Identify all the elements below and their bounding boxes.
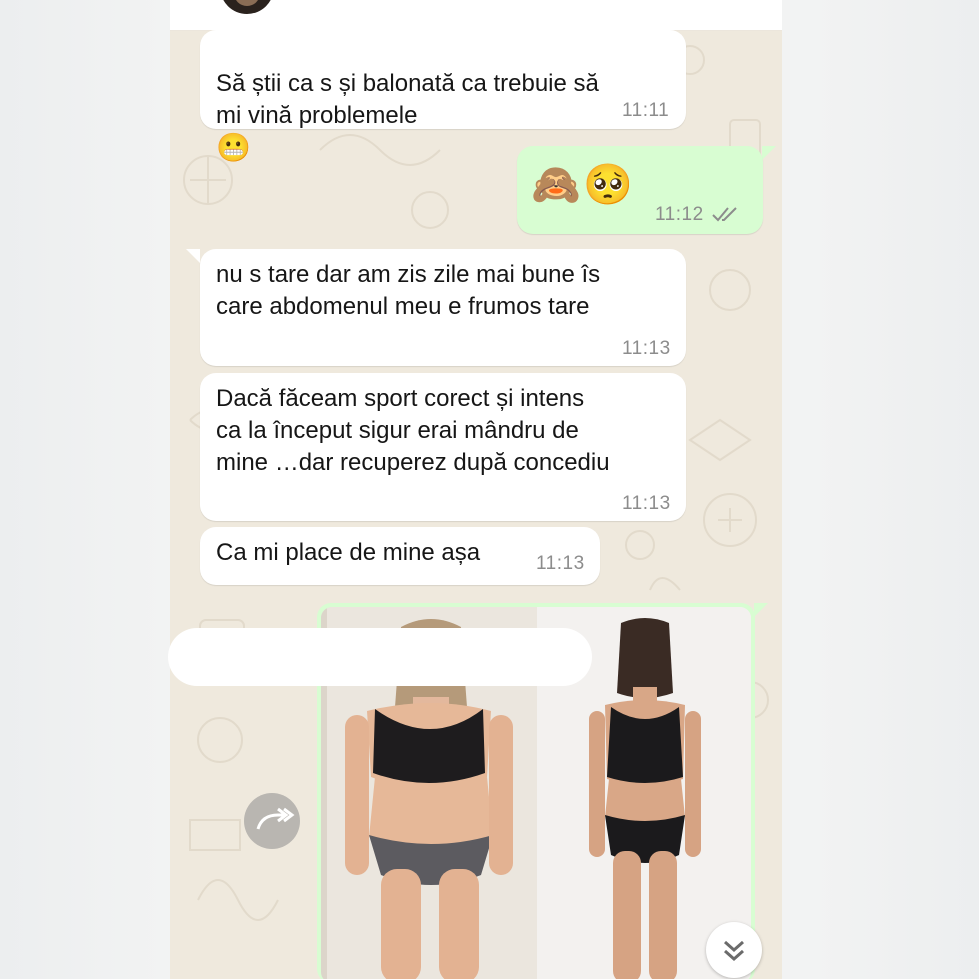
- chat-header: [170, 0, 782, 31]
- message-bubble[interactable]: 🙈 🥺 11:12: [517, 146, 763, 234]
- pleading-face-emoji: 🥺: [583, 163, 633, 207]
- message-time: 11:13: [622, 493, 671, 514]
- message-bubble[interactable]: nu s tare dar am zis zile mai bune îs ca…: [200, 249, 686, 366]
- message-time: 11:12: [655, 204, 704, 225]
- bubble-tail: [762, 146, 776, 160]
- scroll-down-button[interactable]: [706, 922, 762, 978]
- message-time: 11:13: [622, 338, 671, 359]
- forward-button[interactable]: [244, 793, 300, 849]
- message-bubble[interactable]: Să știi ca s și balonată ca trebuie să m…: [200, 30, 686, 163]
- message-text: Ca mi place de mine așa: [216, 539, 481, 566]
- redaction-bar: [168, 628, 592, 686]
- double-check-icon: [712, 207, 737, 222]
- avatar[interactable]: [220, 0, 274, 14]
- message-bubble[interactable]: Dacă făceam sport corect și intens ca la…: [200, 373, 686, 521]
- chat-screen: Să știi ca s și balonată ca trebuie să m…: [170, 0, 782, 979]
- bubble-tail: [186, 249, 200, 263]
- message-text: Dacă făceam sport corect și intens ca la…: [216, 385, 610, 476]
- bubble-tail: [754, 603, 768, 617]
- message-time: 11:13: [536, 553, 585, 574]
- message-text: nu s tare dar am zis zile mai bune îs ca…: [216, 261, 601, 320]
- message-time: 11:11: [622, 100, 670, 121]
- grimacing-face-emoji: 😬: [216, 132, 251, 163]
- see-no-evil-monkey-emoji: 🙈: [531, 163, 581, 207]
- message-bubble[interactable]: Ca mi place de mine așa 11:13: [200, 527, 600, 585]
- double-chevron-down-icon: [724, 940, 744, 962]
- forward-icon: [256, 807, 295, 830]
